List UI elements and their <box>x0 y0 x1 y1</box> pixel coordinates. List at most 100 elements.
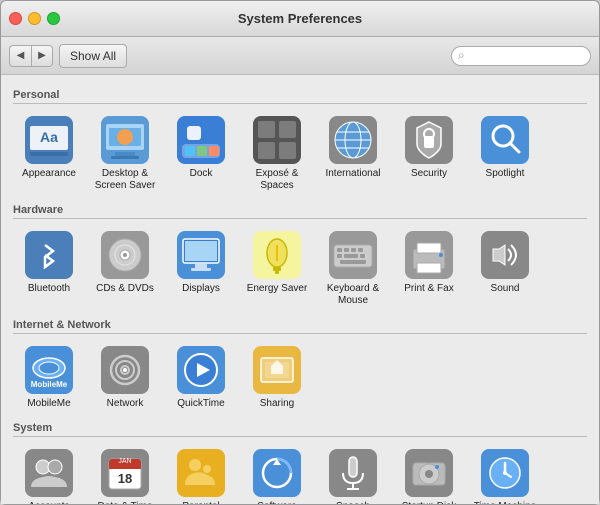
accounts-icon <box>23 447 75 499</box>
pref-item-sharing[interactable]: Sharing <box>241 340 313 414</box>
sound-label: Sound <box>491 283 520 295</box>
desktop-icon <box>99 114 151 166</box>
security-icon <box>403 114 455 166</box>
maximize-button[interactable] <box>47 12 60 25</box>
date-time-label: Date & Time <box>97 501 152 504</box>
pref-item-desktop[interactable]: Desktop & Screen Saver <box>89 110 161 196</box>
pref-item-startup-disk[interactable]: Startup Disk <box>393 443 465 504</box>
pref-item-bluetooth[interactable]: Bluetooth <box>13 225 85 311</box>
quicktime-icon <box>175 344 227 396</box>
mobileme-label: MobileMe <box>27 398 70 410</box>
nav-buttons: ◀ ▶ <box>9 45 53 67</box>
parental-label: Parental Controls <box>169 501 233 504</box>
sharing-icon <box>251 344 303 396</box>
window-title: System Preferences <box>238 11 362 26</box>
section-personal: Personal Aa Appearance Desktop & Screen Sav… <box>13 89 587 196</box>
search-icon: ⌕ <box>458 48 465 63</box>
pref-item-parental[interactable]: Parental Controls <box>165 443 237 504</box>
bluetooth-label: Bluetooth <box>28 283 70 295</box>
section-label-system: System <box>13 422 587 437</box>
svg-text:Aa: Aa <box>40 129 58 145</box>
pref-item-speech[interactable]: Speech <box>317 443 389 504</box>
pref-item-expose[interactable]: Exposé & Spaces <box>241 110 313 196</box>
spotlight-label: Spotlight <box>486 168 525 180</box>
expose-icon <box>251 114 303 166</box>
section-hardware: Hardware Bluetooth CDs & DVDs Displays Energ… <box>13 204 587 311</box>
preferences-content: Personal Aa Appearance Desktop & Screen Sav… <box>1 75 599 504</box>
forward-button[interactable]: ▶ <box>31 45 53 67</box>
time-machine-icon <box>479 447 531 499</box>
pref-item-appearance[interactable]: Aa Appearance <box>13 110 85 196</box>
network-icon <box>99 344 151 396</box>
keyboard-label: Keyboard & Mouse <box>321 283 385 307</box>
displays-icon <box>175 229 227 281</box>
section-system: System Accounts 18 JAN Date & Time Parental C… <box>13 422 587 504</box>
dock-label: Dock <box>190 168 213 180</box>
network-label: Network <box>107 398 144 410</box>
pref-item-accounts[interactable]: Accounts <box>13 443 85 504</box>
startup-disk-label: Startup Disk <box>402 501 456 504</box>
svg-text:JAN: JAN <box>118 458 131 465</box>
section-label-internet-network: Internet & Network <box>13 319 587 334</box>
system-preferences-window: System Preferences ◀ ▶ Show All ⌕ Person… <box>0 0 600 505</box>
international-icon <box>327 114 379 166</box>
quicktime-label: QuickTime <box>177 398 224 410</box>
print-fax-icon <box>403 229 455 281</box>
time-machine-label: Time Machine <box>474 501 536 504</box>
pref-item-keyboard[interactable]: Keyboard & Mouse <box>317 225 389 311</box>
pref-item-date-time[interactable]: 18 JAN Date & Time <box>89 443 161 504</box>
toolbar: ◀ ▶ Show All ⌕ <box>1 37 599 75</box>
svg-text:18: 18 <box>118 471 132 486</box>
displays-label: Displays <box>182 283 220 295</box>
pref-item-displays[interactable]: Displays <box>165 225 237 311</box>
pref-item-security[interactable]: Security <box>393 110 465 196</box>
energy-icon <box>251 229 303 281</box>
parental-icon <box>175 447 227 499</box>
pref-item-print-fax[interactable]: Print & Fax <box>393 225 465 311</box>
section-internet-network: Internet & Network MobileMe MobileMe Networ… <box>13 319 587 414</box>
section-label-hardware: Hardware <box>13 204 587 219</box>
pref-item-mobileme[interactable]: MobileMe MobileMe <box>13 340 85 414</box>
spotlight-icon <box>479 114 531 166</box>
print-fax-label: Print & Fax <box>404 283 453 295</box>
dock-icon <box>175 114 227 166</box>
pref-item-energy[interactable]: Energy Saver <box>241 225 313 311</box>
pref-item-network[interactable]: Network <box>89 340 161 414</box>
energy-label: Energy Saver <box>247 283 308 295</box>
titlebar: System Preferences <box>1 1 599 37</box>
security-label: Security <box>411 168 447 180</box>
minimize-button[interactable] <box>28 12 41 25</box>
pref-item-sound[interactable]: Sound <box>469 225 541 311</box>
software-update-label: Software Update <box>245 501 309 504</box>
keyboard-icon <box>327 229 379 281</box>
pref-item-cds-dvds[interactable]: CDs & DVDs <box>89 225 161 311</box>
section-items-hardware: Bluetooth CDs & DVDs Displays Energy Saver K… <box>13 225 587 311</box>
pref-item-quicktime[interactable]: QuickTime <box>165 340 237 414</box>
startup-disk-icon <box>403 447 455 499</box>
pref-item-international[interactable]: International <box>317 110 389 196</box>
sound-icon <box>479 229 531 281</box>
show-all-button[interactable]: Show All <box>59 44 127 68</box>
appearance-icon: Aa <box>23 114 75 166</box>
back-button[interactable]: ◀ <box>9 45 31 67</box>
section-items-system: Accounts 18 JAN Date & Time Parental Control… <box>13 443 587 504</box>
pref-item-software-update[interactable]: Software Update <box>241 443 313 504</box>
svg-text:MobileMe: MobileMe <box>31 380 68 389</box>
pref-item-dock[interactable]: Dock <box>165 110 237 196</box>
bluetooth-icon <box>23 229 75 281</box>
expose-label: Exposé & Spaces <box>245 168 309 192</box>
software-update-icon <box>251 447 303 499</box>
cds-dvds-icon <box>99 229 151 281</box>
close-button[interactable] <box>9 12 22 25</box>
pref-item-time-machine[interactable]: Time Machine <box>469 443 541 504</box>
speech-icon <box>327 447 379 499</box>
appearance-label: Appearance <box>22 168 76 180</box>
section-label-personal: Personal <box>13 89 587 104</box>
date-time-icon: 18 JAN <box>99 447 151 499</box>
section-items-internet-network: MobileMe MobileMe Network QuickTime Sharing <box>13 340 587 414</box>
cds-dvds-label: CDs & DVDs <box>96 283 154 295</box>
pref-item-spotlight[interactable]: Spotlight <box>469 110 541 196</box>
accounts-label: Accounts <box>28 501 69 504</box>
section-items-personal: Aa Appearance Desktop & Screen Saver Dock Ex… <box>13 110 587 196</box>
search-box[interactable]: ⌕ <box>451 46 591 66</box>
